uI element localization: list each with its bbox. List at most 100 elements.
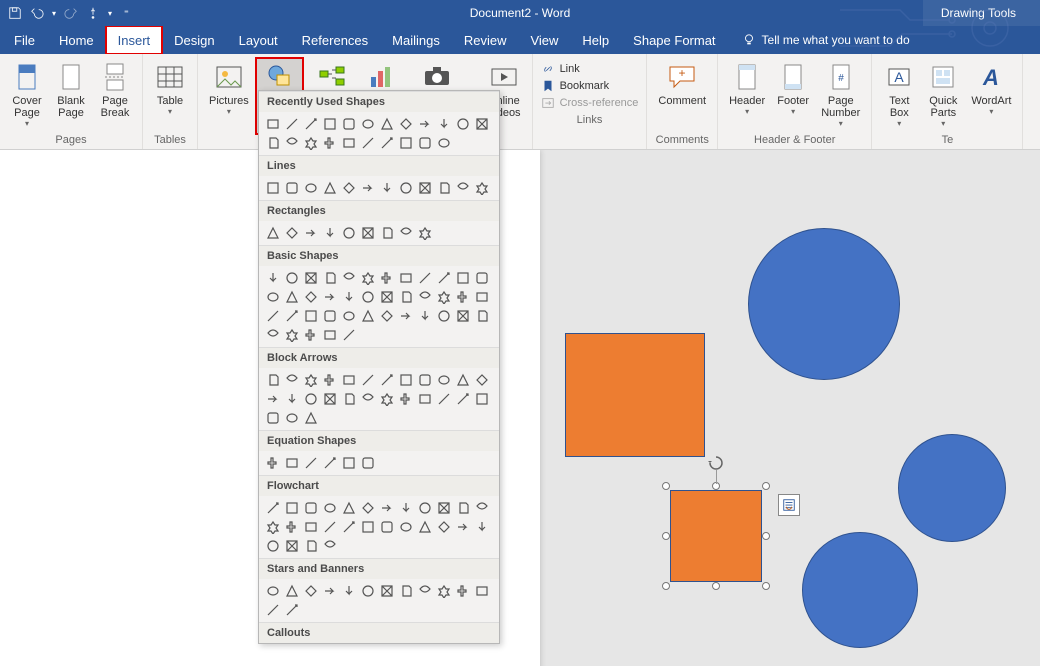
shape-thumbnail[interactable] xyxy=(265,455,281,471)
shape-thumbnail[interactable] xyxy=(265,410,281,426)
shape-thumbnail[interactable] xyxy=(455,391,471,407)
shape-thumbnail[interactable] xyxy=(455,180,471,196)
shape-thumbnail[interactable] xyxy=(322,538,338,554)
shape-thumbnail[interactable] xyxy=(322,180,338,196)
shape-thumbnail[interactable] xyxy=(322,500,338,516)
shape-thumbnail[interactable] xyxy=(455,289,471,305)
shape-thumbnail[interactable] xyxy=(455,583,471,599)
shape-thumbnail[interactable] xyxy=(284,116,300,132)
tab-insert[interactable]: Insert xyxy=(106,26,163,54)
shape-thumbnail[interactable] xyxy=(284,410,300,426)
resize-handle[interactable] xyxy=(662,582,670,590)
shape-thumbnail[interactable] xyxy=(455,308,471,324)
shape-thumbnail[interactable] xyxy=(474,500,490,516)
shape-thumbnail[interactable] xyxy=(360,270,376,286)
shape-thumbnail[interactable] xyxy=(398,135,414,151)
shape-thumbnail[interactable] xyxy=(436,289,452,305)
shape-thumbnail[interactable] xyxy=(360,391,376,407)
shape-thumbnail[interactable] xyxy=(379,308,395,324)
shape-thumbnail[interactable] xyxy=(341,225,357,241)
shape-thumbnail[interactable] xyxy=(303,583,319,599)
shape-thumbnail[interactable] xyxy=(341,327,357,343)
shape-thumbnail[interactable] xyxy=(265,180,281,196)
blank-page-button[interactable]: Blank Page xyxy=(50,58,92,134)
shape-thumbnail[interactable] xyxy=(417,270,433,286)
shape-thumbnail[interactable] xyxy=(265,135,281,151)
shape-thumbnail[interactable] xyxy=(303,500,319,516)
shape-thumbnail[interactable] xyxy=(265,308,281,324)
resize-handle[interactable] xyxy=(662,482,670,490)
shape-thumbnail[interactable] xyxy=(474,289,490,305)
shape-thumbnail[interactable] xyxy=(265,500,281,516)
shape-thumbnail[interactable] xyxy=(303,270,319,286)
shape-thumbnail[interactable] xyxy=(341,455,357,471)
shape-thumbnail[interactable] xyxy=(322,455,338,471)
shape-thumbnail[interactable] xyxy=(284,455,300,471)
shape-thumbnail[interactable] xyxy=(360,225,376,241)
resize-handle[interactable] xyxy=(762,582,770,590)
shape-thumbnail[interactable] xyxy=(360,500,376,516)
shape-thumbnail[interactable] xyxy=(322,270,338,286)
shape-thumbnail[interactable] xyxy=(436,391,452,407)
shape-thumbnail[interactable] xyxy=(474,116,490,132)
page-number-button[interactable]: #Page Number xyxy=(816,58,865,134)
shape-thumbnail[interactable] xyxy=(436,135,452,151)
shape-thumbnail[interactable] xyxy=(417,135,433,151)
shape-thumbnail[interactable] xyxy=(303,116,319,132)
shape-thumbnail[interactable] xyxy=(341,116,357,132)
shape-thumbnail[interactable] xyxy=(398,270,414,286)
shape-thumbnail[interactable] xyxy=(398,308,414,324)
shape-thumbnail[interactable] xyxy=(398,519,414,535)
shape-thumbnail[interactable] xyxy=(474,583,490,599)
shape-thumbnail[interactable] xyxy=(474,519,490,535)
shape-thumbnail[interactable] xyxy=(379,225,395,241)
touch-dropdown-icon[interactable]: ▾ xyxy=(108,9,112,18)
shape-thumbnail[interactable] xyxy=(474,308,490,324)
shape-thumbnail[interactable] xyxy=(398,583,414,599)
shape-thumbnail[interactable] xyxy=(398,116,414,132)
pictures-button[interactable]: Pictures xyxy=(204,58,254,134)
shape-thumbnail[interactable] xyxy=(284,519,300,535)
shape-thumbnail[interactable] xyxy=(455,116,471,132)
shape-thumbnail[interactable] xyxy=(303,327,319,343)
shape-thumbnail[interactable] xyxy=(284,538,300,554)
shape-thumbnail[interactable] xyxy=(265,538,281,554)
shape-thumbnail[interactable] xyxy=(474,180,490,196)
shape-thumbnail[interactable] xyxy=(303,225,319,241)
shape-thumbnail[interactable] xyxy=(284,225,300,241)
shape-thumbnail[interactable] xyxy=(360,116,376,132)
shape-thumbnail[interactable] xyxy=(436,180,452,196)
bookmark-button[interactable]: Bookmark xyxy=(541,79,639,93)
shape-thumbnail[interactable] xyxy=(284,327,300,343)
blue-circle-bottom[interactable] xyxy=(802,532,918,648)
shape-thumbnail[interactable] xyxy=(417,289,433,305)
shape-thumbnail[interactable] xyxy=(417,116,433,132)
table-button[interactable]: Table xyxy=(149,58,191,134)
shape-thumbnail[interactable] xyxy=(322,327,338,343)
shape-thumbnail[interactable] xyxy=(417,500,433,516)
shape-thumbnail[interactable] xyxy=(265,225,281,241)
footer-button[interactable]: Footer xyxy=(772,58,814,134)
undo-dropdown-icon[interactable]: ▾ xyxy=(52,9,56,18)
text-box-button[interactable]: AText Box xyxy=(878,58,920,134)
shape-thumbnail[interactable] xyxy=(341,519,357,535)
shape-thumbnail[interactable] xyxy=(265,519,281,535)
shape-thumbnail[interactable] xyxy=(398,180,414,196)
shape-thumbnail[interactable] xyxy=(474,270,490,286)
tab-design[interactable]: Design xyxy=(162,26,226,54)
shape-thumbnail[interactable] xyxy=(303,135,319,151)
blue-circle-right[interactable] xyxy=(898,434,1006,542)
shape-thumbnail[interactable] xyxy=(341,289,357,305)
shape-thumbnail[interactable] xyxy=(436,308,452,324)
resize-handle[interactable] xyxy=(712,582,720,590)
shape-thumbnail[interactable] xyxy=(398,289,414,305)
shape-thumbnail[interactable] xyxy=(360,455,376,471)
shape-thumbnail[interactable] xyxy=(417,519,433,535)
shape-thumbnail[interactable] xyxy=(322,289,338,305)
save-icon[interactable] xyxy=(8,6,22,20)
page-break-button[interactable]: Page Break xyxy=(94,58,136,134)
shape-thumbnail[interactable] xyxy=(360,583,376,599)
link-button[interactable]: Link xyxy=(541,62,639,76)
shape-thumbnail[interactable] xyxy=(360,289,376,305)
tab-home[interactable]: Home xyxy=(47,26,106,54)
